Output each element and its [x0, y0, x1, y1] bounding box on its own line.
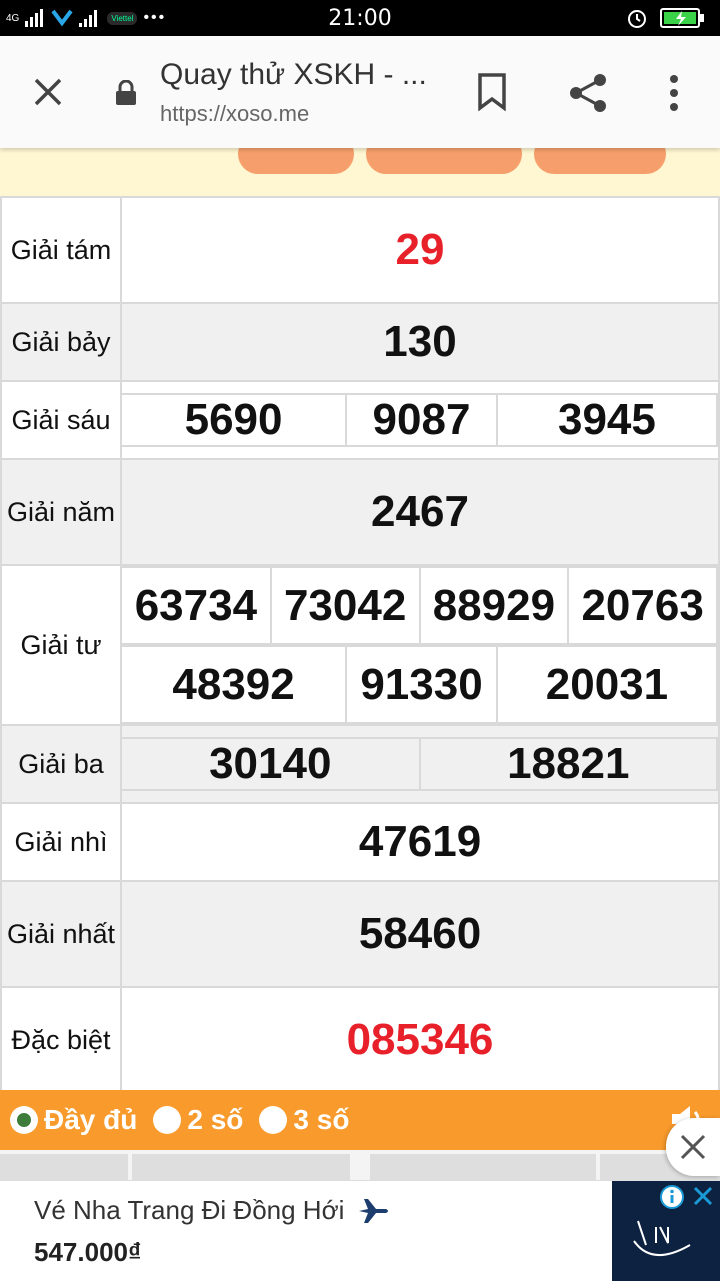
prize-number: 63734	[122, 566, 272, 645]
status-bar: 4G Viettel ••• 21:00	[0, 0, 720, 36]
table-row: Đặc biệt 085346	[0, 986, 720, 1094]
ad-close-button[interactable]	[666, 1118, 720, 1176]
prize-number: 91330	[345, 645, 498, 724]
prize-number: 20031	[495, 645, 719, 724]
info-icon[interactable]	[660, 1185, 684, 1209]
prize-number: 58460	[120, 880, 720, 988]
ad-banner[interactable]: Vé Nha Trang Đi Đồng Hới 547.000₫	[0, 1180, 720, 1281]
option-label: 2 số	[187, 1104, 244, 1135]
page-title: Quay thử XSKH - ...	[160, 58, 427, 91]
prize-label: Giải bảy	[0, 302, 122, 382]
prize-label: Đặc biệt	[0, 986, 122, 1094]
prize-number: 88929	[418, 566, 570, 645]
banner-pill[interactable]	[238, 148, 354, 174]
prize-label: Giải nhì	[0, 802, 122, 882]
option-label: Đầy đủ	[44, 1104, 138, 1135]
ad-title: Vé Nha Trang Đi Đồng Hới	[34, 1195, 345, 1225]
page-url[interactable]: https://xoso.me	[160, 101, 309, 127]
prize-number: 5690	[122, 393, 348, 447]
table-row: Giải nhất 58460	[0, 880, 720, 988]
bookmark-button[interactable]	[470, 70, 514, 114]
table-row: Giải năm 2467	[0, 458, 720, 566]
option-2-digits[interactable]: 2 số	[153, 1104, 243, 1136]
close-icon	[680, 1134, 706, 1160]
prize-number: 30140	[122, 737, 421, 791]
share-icon	[570, 74, 606, 112]
ad-price: 547.000₫	[34, 1237, 142, 1267]
table-row: Giải sáu 5690 9087 3945	[0, 380, 720, 460]
table-row: Giải tư 63734 73042 88929 20763 48392 91…	[0, 564, 720, 726]
prize-number: 130	[120, 302, 720, 382]
clock: 21:00	[328, 6, 392, 31]
browser-toolbar: Quay thử XSKH - ... https://xoso.me	[0, 36, 720, 148]
table-row: Giải nhì 47619	[0, 802, 720, 882]
option-label: 3 số	[293, 1104, 350, 1135]
radio-icon[interactable]	[153, 1106, 182, 1134]
close-icon	[34, 78, 62, 106]
prize-number: 2467	[120, 458, 720, 566]
prize-label: Giải sáu	[0, 380, 122, 460]
prize-number: 29	[120, 196, 720, 304]
prize-label: Giải tư	[0, 564, 122, 726]
battery-icon	[660, 8, 704, 28]
prize-number: 18821	[418, 737, 718, 791]
option-3-digits[interactable]: 3 số	[259, 1104, 349, 1136]
banner-pill[interactable]	[534, 148, 666, 174]
prize-label: Giải tám	[0, 196, 122, 304]
prize-number: 47619	[120, 802, 720, 882]
radio-selected-icon[interactable]	[10, 1106, 38, 1134]
close-tab-button[interactable]	[22, 66, 74, 118]
display-options-bar: Đầy đủ 2 số 3 số	[0, 1090, 720, 1150]
lock-icon	[114, 79, 138, 111]
table-row: Giải tám 29	[0, 196, 720, 304]
prize-number: 20763	[567, 566, 718, 645]
share-button[interactable]	[565, 70, 611, 116]
prize-number: 3945	[495, 393, 719, 447]
close-icon[interactable]	[692, 1185, 714, 1207]
radio-icon[interactable]	[259, 1106, 288, 1134]
prize-number: 48392	[122, 645, 348, 724]
prize-number: 73042	[269, 566, 421, 645]
prize-label: Giải nhất	[0, 880, 122, 988]
prize-number: 085346	[120, 986, 720, 1094]
prize-label: Giải ba	[0, 724, 122, 804]
table-row: Giải bảy 130	[0, 302, 720, 382]
bookmark-icon	[478, 73, 506, 111]
banner-pill[interactable]	[366, 148, 522, 174]
more-vert-icon	[670, 75, 678, 111]
option-full[interactable]: Đầy đủ	[10, 1104, 137, 1136]
more-menu-button[interactable]	[654, 70, 694, 116]
prize-number: 9087	[345, 393, 498, 447]
results-table: Giải tám 29 Giải bảy 130 Giải sáu 5690 9…	[0, 196, 720, 1094]
airplane-icon	[359, 1198, 389, 1223]
next-table-header	[0, 1150, 720, 1180]
table-row: Giải ba 30140 18821	[0, 724, 720, 804]
scrolled-banner	[0, 148, 720, 196]
alarm-icon	[628, 10, 646, 28]
prize-label: Giải năm	[0, 458, 122, 566]
